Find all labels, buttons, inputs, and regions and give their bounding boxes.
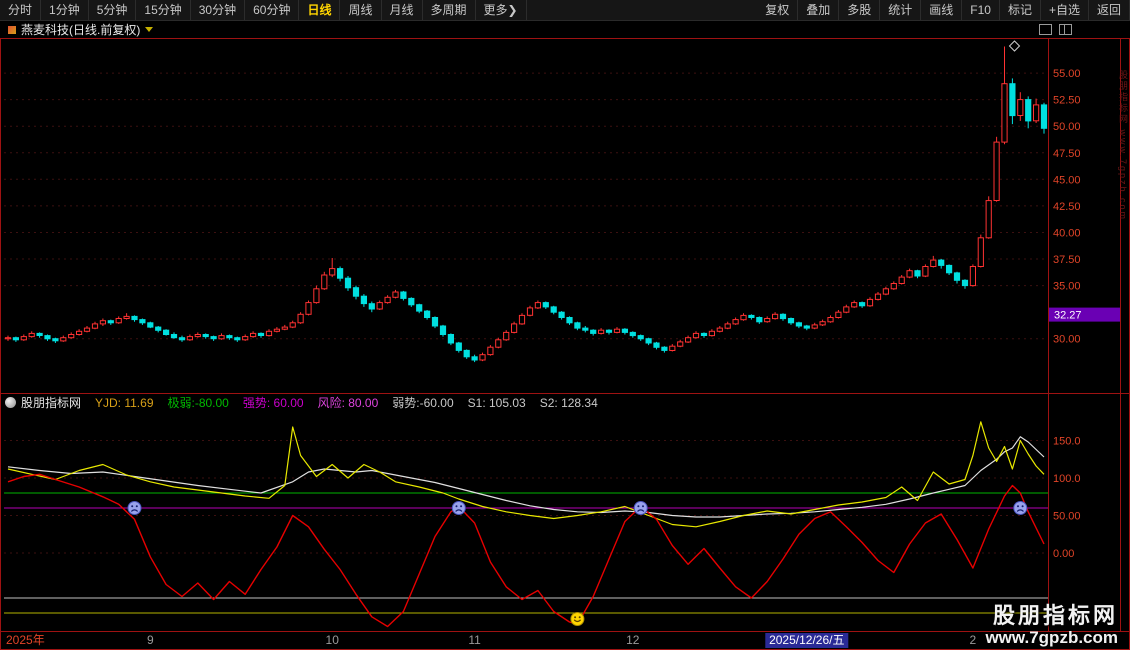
indicator-chart[interactable]: 150.0 100.0 50.00 0.00 bbox=[0, 412, 1130, 631]
s1-line bbox=[8, 422, 1044, 527]
sad-face-marker bbox=[128, 502, 141, 515]
period-tabs: 分时1分钟5分钟15分钟30分钟60分钟日线周线月线多周期更多❯ bbox=[0, 0, 527, 20]
qiangshi-level-label: 强势: 60.00 bbox=[243, 394, 304, 411]
period-tab[interactable]: 月线 bbox=[382, 0, 423, 20]
toolbar-actions: 复权叠加多股统计画线F10标记+自选返回 bbox=[757, 0, 1130, 20]
ruoshi-level-label: 弱势:-60.00 bbox=[392, 394, 453, 411]
time-axis-label: 11 bbox=[468, 633, 480, 648]
price-axis-label: 50.00 bbox=[1053, 121, 1081, 133]
price-axis-label: 42.50 bbox=[1053, 201, 1081, 213]
window-controls bbox=[1032, 24, 1072, 35]
indicator-logo-icon bbox=[5, 397, 16, 408]
jiruo-level-label: 极弱:-80.00 bbox=[168, 394, 229, 411]
watermark-title: 股朋指标网 bbox=[985, 603, 1118, 628]
period-tab[interactable]: 30分钟 bbox=[191, 0, 245, 20]
price-axis-label: 30.00 bbox=[1053, 334, 1081, 346]
toolbar-action[interactable]: 统计 bbox=[880, 0, 921, 20]
time-axis: 2025年 9 10 11 12 2025/12/26/五 2 bbox=[0, 632, 1130, 649]
toolbar-action[interactable]: 画线 bbox=[921, 0, 962, 20]
chevron-down-icon[interactable] bbox=[145, 27, 153, 32]
sad-face-marker bbox=[1014, 502, 1027, 515]
indicator-axis-label: 150.0 bbox=[1053, 436, 1081, 448]
period-tab[interactable]: 日线 bbox=[299, 0, 340, 20]
time-axis-label: 2 bbox=[970, 633, 977, 648]
s2-line bbox=[8, 437, 1044, 517]
split-pane-icon[interactable] bbox=[1059, 24, 1072, 35]
candlestick-series bbox=[5, 47, 1046, 363]
yjd-line bbox=[8, 474, 1044, 626]
period-tab[interactable]: 周线 bbox=[340, 0, 381, 20]
toolbar-action[interactable]: +自选 bbox=[1041, 0, 1089, 20]
watermark-url: www.7gpzb.com bbox=[985, 628, 1118, 648]
indicator-axis-label: 50.00 bbox=[1053, 511, 1081, 523]
stock-title: 燕麦科技(日线.前复权) bbox=[21, 21, 140, 38]
toolbar-action[interactable]: 标记 bbox=[1000, 0, 1041, 20]
price-axis-label: 40.00 bbox=[1053, 228, 1081, 240]
period-tab[interactable]: 1分钟 bbox=[41, 0, 89, 20]
main-price-chart[interactable]: 55.00 52.50 50.00 47.50 45.00 42.50 40.00 37.50… bbox=[0, 38, 1130, 394]
period-tab[interactable]: 15分钟 bbox=[136, 0, 190, 20]
period-tab[interactable]: 多周期 bbox=[423, 0, 476, 20]
price-axis-label: 47.50 bbox=[1053, 148, 1081, 160]
toolbar-action[interactable]: 多股 bbox=[839, 0, 880, 20]
time-axis-label: 10 bbox=[326, 633, 339, 648]
time-axis-label: 9 bbox=[147, 633, 154, 648]
stock-icon bbox=[8, 26, 16, 34]
price-axis-label: 55.00 bbox=[1053, 68, 1081, 80]
period-tab[interactable]: 60分钟 bbox=[245, 0, 299, 20]
period-tab[interactable]: 更多❯ bbox=[476, 0, 527, 20]
watermark: 股朋指标网 www.7gpzb.com bbox=[985, 603, 1118, 648]
indicator-header: 股朋指标网 YJD: 11.69 极弱:-80.00 强势: 60.00 风险:… bbox=[5, 394, 612, 411]
diamond-marker[interactable] bbox=[1010, 41, 1020, 51]
trading-app-window: 分时1分钟5分钟15分钟30分钟60分钟日线周线月线多周期更多❯ 复权叠加多股统… bbox=[0, 0, 1130, 650]
toolbar-action[interactable]: 返回 bbox=[1089, 0, 1130, 20]
s1-value: S1: 105.03 bbox=[468, 396, 526, 410]
period-tab[interactable]: 分时 bbox=[0, 0, 41, 20]
price-axis-label: 37.50 bbox=[1053, 254, 1081, 266]
title-bar: 燕麦科技(日线.前复权) bbox=[0, 21, 1130, 38]
period-tab[interactable]: 5分钟 bbox=[89, 0, 137, 20]
price-axis-label: 52.50 bbox=[1053, 95, 1081, 107]
toolbar-action[interactable]: 复权 bbox=[757, 0, 798, 20]
smiley-face-marker bbox=[571, 613, 584, 626]
time-axis-label: 12 bbox=[626, 633, 639, 648]
time-axis-label: 2025年 bbox=[6, 633, 45, 648]
yjd-value: YJD: 11.69 bbox=[95, 396, 153, 410]
s2-value: S2: 128.34 bbox=[540, 396, 598, 410]
fengxian-level-label: 风险: 80.00 bbox=[318, 394, 379, 411]
indicator-axis-label: 100.0 bbox=[1053, 473, 1081, 485]
toolbar-action[interactable]: 叠加 bbox=[798, 0, 839, 20]
price-axis-label: 35.00 bbox=[1053, 281, 1081, 293]
side-vertical-text: 股朋指标网 www.7gpzb.com bbox=[1117, 70, 1130, 590]
time-axis-label: 2025/12/26/五 bbox=[765, 633, 848, 648]
price-axis-label: 45.00 bbox=[1053, 174, 1081, 186]
sad-face-marker bbox=[452, 502, 465, 515]
toolbar: 分时1分钟5分钟15分钟30分钟60分钟日线周线月线多周期更多❯ 复权叠加多股统… bbox=[0, 0, 1130, 21]
sad-face-marker bbox=[634, 502, 647, 515]
current-price-badge-label: 32.27 bbox=[1054, 310, 1082, 322]
indicator-axis-label: 0.00 bbox=[1053, 548, 1074, 560]
pane-icon[interactable] bbox=[1039, 24, 1052, 35]
indicator-logo-text: 股朋指标网 bbox=[21, 394, 81, 411]
toolbar-action[interactable]: F10 bbox=[962, 0, 1000, 20]
